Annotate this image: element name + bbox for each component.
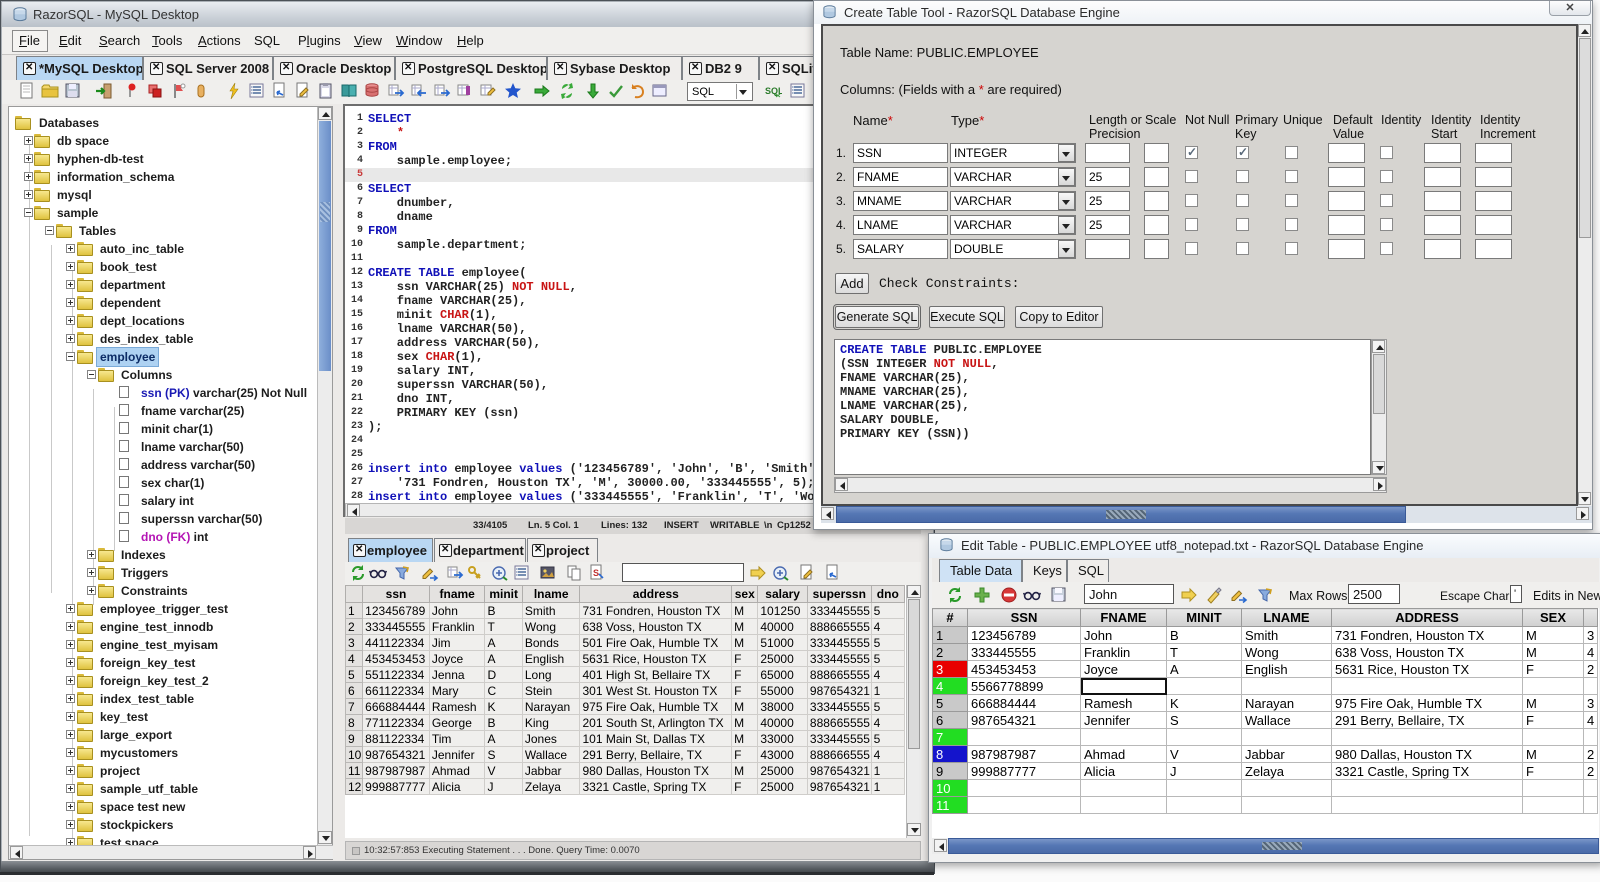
svg-text:S: S: [593, 568, 599, 578]
